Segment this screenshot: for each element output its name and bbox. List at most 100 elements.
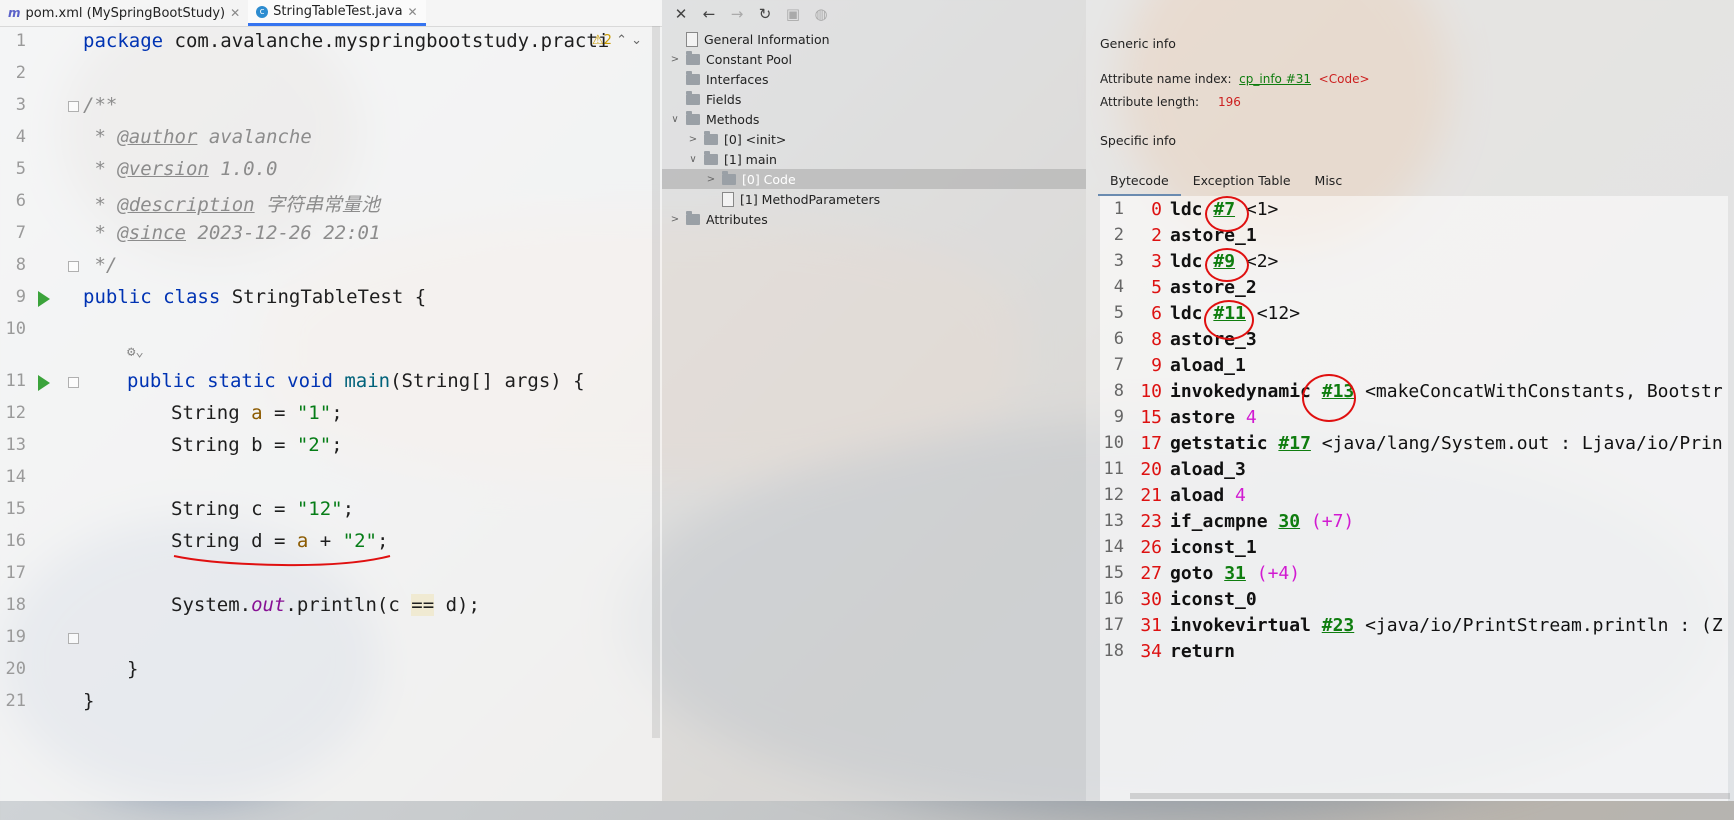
chevron-right-icon[interactable]: > <box>688 134 698 145</box>
folder-icon <box>722 170 736 185</box>
bytecode-opcode: goto <box>1170 562 1214 584</box>
tab-exception-table[interactable]: Exception Table <box>1181 170 1303 196</box>
forward-icon[interactable]: → <box>728 5 746 23</box>
close-tab-icon[interactable]: ✕ <box>408 5 418 19</box>
bytecode-ref-link[interactable]: #17 <box>1278 433 1311 454</box>
tab-label: StringTableTest.java <box>273 4 403 19</box>
red-annotation-circle <box>1205 248 1249 282</box>
bytecode-ref-link[interactable]: 30 <box>1278 511 1300 532</box>
fold-marker-icon[interactable] <box>68 101 79 112</box>
inspection-widget[interactable]: ⚠2 ⌃ ⌄ <box>592 33 642 48</box>
run-class-icon[interactable] <box>38 291 50 307</box>
bytecode-offset: 27 <box>1140 562 1162 584</box>
bytecode-ref-link[interactable]: #23 <box>1322 615 1355 636</box>
chevron-down-icon[interactable]: ∨ <box>688 154 698 165</box>
close-icon[interactable]: ✕ <box>672 5 690 23</box>
string-literal: "2" <box>296 434 332 456</box>
javadoc-tag: @version <box>117 158 209 180</box>
tab-misc[interactable]: Misc <box>1303 170 1355 196</box>
javadoc-tag: @description <box>117 194 255 216</box>
line-number: 20 <box>5 659 26 679</box>
bytecode-row: 1 0 ldc #7 <1> <box>1100 196 1279 222</box>
tab-pom-xml[interactable]: m pom.xml (MySpringBootStudy) ✕ <box>0 0 248 26</box>
bytecode-ref-link[interactable]: 31 <box>1224 563 1246 584</box>
run-main-icon[interactable] <box>38 375 50 391</box>
bytecode-jump-offset: (+7) <box>1310 510 1355 532</box>
tree-node-method-parameters[interactable]: [1] MethodParameters <box>706 189 880 209</box>
line-number-gutter[interactable]: 1 2 3 4 5 6 7 8 9 10 11 12 13 14 15 16 1… <box>0 26 79 801</box>
tab-bytecode[interactable]: Bytecode <box>1098 170 1181 196</box>
bytecode-opcode: astore_2 <box>1170 276 1257 298</box>
chevron-down-icon[interactable]: ⌄ <box>631 33 642 48</box>
javadoc-value: 2023-12-26 22:01 <box>185 222 381 244</box>
tree-node-methods[interactable]: ∨ Methods <box>670 109 759 129</box>
static-field: out <box>251 594 286 616</box>
line-number: 6 <box>15 191 26 211</box>
tree-node-label: [0] <init> <box>724 131 787 147</box>
bytecode-opcode: ldc <box>1170 250 1203 272</box>
code-line: /** <box>83 94 118 116</box>
tree-node-label: [0] Code <box>742 171 796 187</box>
bytecode-comment: <java/io/PrintStream.println : (Z <box>1354 614 1723 636</box>
chevron-right-icon[interactable]: > <box>670 54 680 65</box>
fold-marker-icon[interactable] <box>68 377 79 388</box>
code-text: d); <box>434 594 480 616</box>
bytecode-row: 8 10 invokedynamic #13 <makeConcatWithCons… <box>1100 378 1723 404</box>
close-tab-icon[interactable]: ✕ <box>230 6 240 20</box>
tree-node-label: Constant Pool <box>706 51 793 67</box>
bytecode-line-number: 18 <box>1103 641 1124 661</box>
javadoc-value: avalanche <box>197 126 312 148</box>
fold-marker-icon[interactable] <box>68 261 79 272</box>
save-icon[interactable]: ▣ <box>784 5 802 23</box>
tree-node-init[interactable]: > [0] <init> <box>688 129 786 149</box>
code-vision-icon[interactable]: ⚙⌄ <box>127 344 144 360</box>
bytecode-line-number: 16 <box>1103 589 1124 609</box>
red-annotation-circle <box>1205 196 1249 232</box>
method-params: (String[] args) { <box>390 370 585 392</box>
globe-icon[interactable]: ◍ <box>812 5 830 23</box>
code-line: */ <box>83 254 118 276</box>
tree-node-code[interactable]: > [0] Code <box>662 169 1086 189</box>
chevron-right-icon[interactable]: > <box>670 214 680 225</box>
horizontal-scrollbar[interactable] <box>1130 793 1730 799</box>
editor-scrollbar[interactable] <box>652 26 660 738</box>
red-annotation-circle <box>1204 300 1254 340</box>
line-number: 5 <box>15 159 26 179</box>
code-line: public class StringTableTest { <box>83 286 426 308</box>
bytecode-row: 16 30 iconst_0 <box>1100 586 1257 612</box>
chevron-up-icon[interactable]: ⌃ <box>616 33 627 48</box>
bytecode-offset: 9 <box>1151 354 1162 376</box>
bytecode-line-number: 11 <box>1103 459 1124 479</box>
refresh-icon[interactable]: ↻ <box>756 5 774 23</box>
tree-node-fields[interactable]: Fields <box>670 89 741 109</box>
bytecode-jump-offset: (+4) <box>1256 562 1301 584</box>
tree-node-label: [1] main <box>724 151 777 167</box>
bytecode-line-number: 6 <box>1113 329 1124 349</box>
tree-node-attributes[interactable]: > Attributes <box>670 209 768 229</box>
chevron-down-icon[interactable]: ∨ <box>670 114 680 125</box>
bytecode-listing[interactable]: 1 0 ldc #7 <1> 2 2 astore_1 3 3 ldc #9 <2> 4 5 asto… <box>1100 196 1728 801</box>
line-number: 15 <box>5 499 26 519</box>
bytecode-opcode: aload <box>1170 484 1225 506</box>
tab-string-table-test[interactable]: c StringTableTest.java ✕ <box>248 0 426 26</box>
string-literal: "2" <box>342 530 377 552</box>
tree-node-constant-pool[interactable]: > Constant Pool <box>670 49 792 69</box>
cp-info-link[interactable]: cp_info #31 <box>1239 72 1311 86</box>
line-number: 17 <box>5 563 26 583</box>
line-number: 4 <box>15 127 26 147</box>
code-editor[interactable]: m pom.xml (MySpringBootStudy) ✕ c String… <box>0 0 662 801</box>
line-number: 12 <box>5 403 26 423</box>
code-line: * @version 1.0.0 <box>83 158 277 180</box>
bytecode-opcode: iconst_1 <box>1170 536 1257 558</box>
back-icon[interactable]: ← <box>700 5 718 23</box>
bytecode-offset: 30 <box>1140 588 1162 610</box>
chevron-right-icon[interactable]: > <box>706 174 716 185</box>
fold-marker-icon[interactable] <box>68 633 79 644</box>
comment-prefix: * <box>83 194 118 216</box>
tree-node-interfaces[interactable]: Interfaces <box>670 69 768 89</box>
tree-node-main[interactable]: ∨ [1] main <box>688 149 777 169</box>
bytecode-line-number: 13 <box>1103 511 1124 531</box>
attribute-length-label: Attribute length: <box>1100 95 1200 109</box>
tree-node-general-information[interactable]: General Information <box>670 29 830 49</box>
code-line: public static void main(String[] args) { <box>127 370 585 392</box>
